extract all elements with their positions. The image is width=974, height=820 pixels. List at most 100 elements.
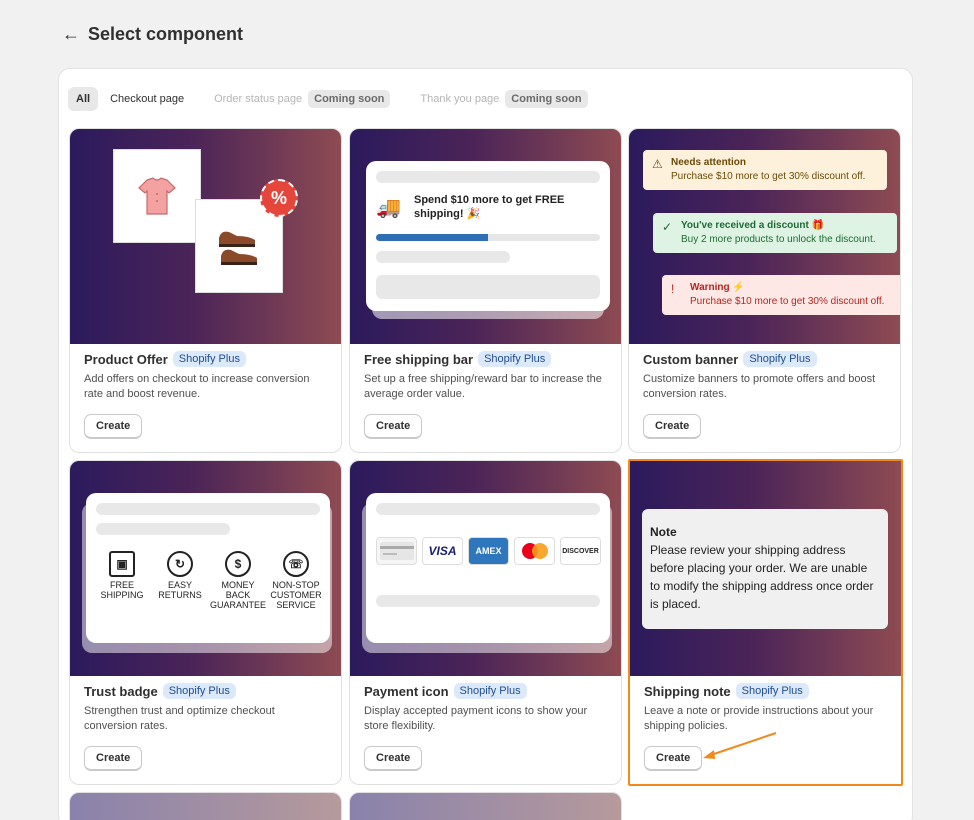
amex-icon: AMEX: [468, 537, 509, 565]
tab-all[interactable]: All: [68, 87, 99, 111]
plan-badge: Shopify Plus: [735, 683, 809, 699]
skeleton-line: [376, 595, 600, 607]
banner-title: Warning ⚡: [690, 282, 745, 293]
shipping-note-preview: Note Please review your shipping address…: [642, 509, 888, 629]
trust-label: FREE SHIPPING: [100, 580, 144, 600]
tab-label: All: [76, 93, 91, 105]
tab-thank-you-page: Thank you page Coming soon: [412, 84, 595, 114]
tab-label: Checkout page: [110, 93, 185, 105]
generic-card-icon: [376, 537, 417, 565]
create-button[interactable]: Create: [644, 746, 703, 771]
filter-tabs: All Checkout page Order status page Comi…: [68, 84, 596, 114]
card-free-shipping-bar: 🚚 Spend $10 more to get FREE shipping! 🎉…: [349, 128, 622, 453]
dollar-icon: $: [225, 551, 251, 577]
card-description: Customize banners to promote offers and …: [643, 373, 876, 400]
alert-circle-icon: !: [671, 282, 675, 296]
banner-success: ✓ You've received a discount 🎁 Buy 2 mor…: [653, 213, 897, 253]
skeleton-line: [376, 503, 600, 515]
banner-text: Buy 2 more products to unlock the discou…: [681, 234, 876, 245]
card-preview: [70, 793, 341, 820]
card-title: Custom banner: [643, 351, 739, 367]
check-circle-icon: ✓: [662, 220, 673, 234]
mastercard-icon: [514, 537, 555, 565]
banner-title: You've received a discount 🎁: [681, 220, 825, 231]
card-description: Strengthen trust and optimize checkout c…: [84, 705, 275, 732]
create-button[interactable]: Create: [364, 414, 423, 439]
trust-item-customer-service: ☏ NON-STOP CUSTOMER SERVICE: [268, 551, 324, 610]
tab-checkout-page[interactable]: Checkout page: [102, 87, 192, 111]
card-title: Free shipping bar: [364, 351, 474, 367]
plan-badge: Shopify Plus: [162, 683, 236, 699]
card-preview: ⚠ Needs attention Purchase $10 more to g…: [629, 129, 900, 344]
coming-soon-badge: Coming soon: [505, 90, 588, 108]
page-header: ← Select component: [62, 22, 243, 46]
card-preview: %: [70, 129, 341, 344]
truck-icon: 🚚: [376, 197, 401, 219]
create-button[interactable]: Create: [364, 746, 423, 771]
card-trust-badge: ▣ FREE SHIPPING ↻ EASY RETURNS $ MONEY B…: [69, 460, 342, 785]
discover-icon: DISCOVER: [560, 537, 601, 565]
tab-label: Thank you page: [420, 93, 500, 105]
card-payment-icon: VISA AMEX DISCOVER Payment icon Shopify …: [349, 460, 622, 785]
plan-badge: Shopify Plus: [743, 351, 817, 367]
preview-card: ▣ FREE SHIPPING ↻ EASY RETURNS $ MONEY B…: [86, 493, 330, 643]
trust-label: MONEY BACK GUARANTEE: [210, 580, 267, 610]
skeleton-line: [96, 503, 320, 515]
visa-icon: VISA: [422, 537, 463, 565]
trust-label: NON-STOP CUSTOMER SERVICE: [270, 580, 322, 610]
card-partial: [69, 792, 342, 820]
headset-icon: ☏: [283, 551, 309, 577]
tab-label: Order status page: [214, 93, 303, 105]
banner-text: Purchase $10 more to get 30% discount of…: [690, 296, 885, 307]
skeleton-line: [96, 523, 230, 535]
return-icon: ↻: [167, 551, 193, 577]
card-description: Add offers on checkout to increase conve…: [84, 373, 310, 400]
banner-title: Needs attention: [671, 157, 747, 168]
note-text: Please review your shipping address befo…: [650, 543, 874, 611]
trust-label: EASY RETURNS: [158, 580, 202, 600]
preview-card: VISA AMEX DISCOVER: [366, 493, 610, 643]
card-preview: 🚚 Spend $10 more to get FREE shipping! 🎉: [350, 129, 621, 344]
banner-error: ! Warning ⚡ Purchase $10 more to get 30%…: [662, 275, 900, 315]
skeleton-line: [376, 251, 510, 263]
card-description: Display accepted payment icons to show y…: [364, 705, 588, 732]
card-preview: [350, 793, 621, 820]
card-description: Set up a free shipping/reward bar to inc…: [364, 373, 602, 400]
card-preview: Note Please review your shipping address…: [630, 461, 901, 676]
plan-badge: Shopify Plus: [453, 683, 527, 699]
card-preview: VISA AMEX DISCOVER: [350, 461, 621, 676]
trust-item-money-back: $ MONEY BACK GUARANTEE: [210, 551, 266, 610]
card-preview: ▣ FREE SHIPPING ↻ EASY RETURNS $ MONEY B…: [70, 461, 341, 676]
create-button[interactable]: Create: [84, 746, 143, 771]
trust-item-easy-returns: ↻ EASY RETURNS: [152, 551, 208, 610]
card-product-offer: % Product Offer Shopify Plus Add offers …: [69, 128, 342, 453]
note-title: Note: [650, 525, 677, 539]
skeleton-line: [376, 171, 600, 183]
banner-warning: ⚠ Needs attention Purchase $10 more to g…: [643, 150, 887, 190]
card-custom-banner: ⚠ Needs attention Purchase $10 more to g…: [628, 128, 901, 453]
trust-item-free-shipping: ▣ FREE SHIPPING: [94, 551, 150, 610]
warning-triangle-icon: ⚠: [652, 157, 663, 171]
arrow-left-icon[interactable]: ←: [62, 22, 80, 46]
card-title: Product Offer: [84, 351, 168, 367]
plan-badge: Shopify Plus: [478, 351, 552, 367]
shipping-message: Spend $10 more to get FREE shipping! 🎉: [414, 194, 565, 220]
create-button[interactable]: Create: [84, 414, 143, 439]
preview-card: 🚚 Spend $10 more to get FREE shipping! 🎉: [366, 161, 610, 311]
annotation-arrow-icon: [703, 732, 777, 759]
coming-soon-badge: Coming soon: [308, 90, 391, 108]
shipping-progress-bar: [376, 234, 600, 241]
create-button[interactable]: Create: [643, 414, 702, 439]
box-icon: ▣: [109, 551, 135, 577]
percent-tag-icon: %: [260, 179, 298, 217]
card-title: Shipping note: [644, 683, 731, 699]
tab-order-status-page: Order status page Coming soon: [206, 84, 398, 114]
plan-badge: Shopify Plus: [172, 351, 246, 367]
page-title: Select component: [88, 23, 244, 44]
shirt-icon: [113, 149, 201, 243]
skeleton-block: [376, 275, 600, 299]
card-title: Trust badge: [84, 683, 158, 699]
progress-fill: [376, 234, 488, 241]
card-partial: [349, 792, 622, 820]
card-title: Payment icon: [364, 683, 449, 699]
